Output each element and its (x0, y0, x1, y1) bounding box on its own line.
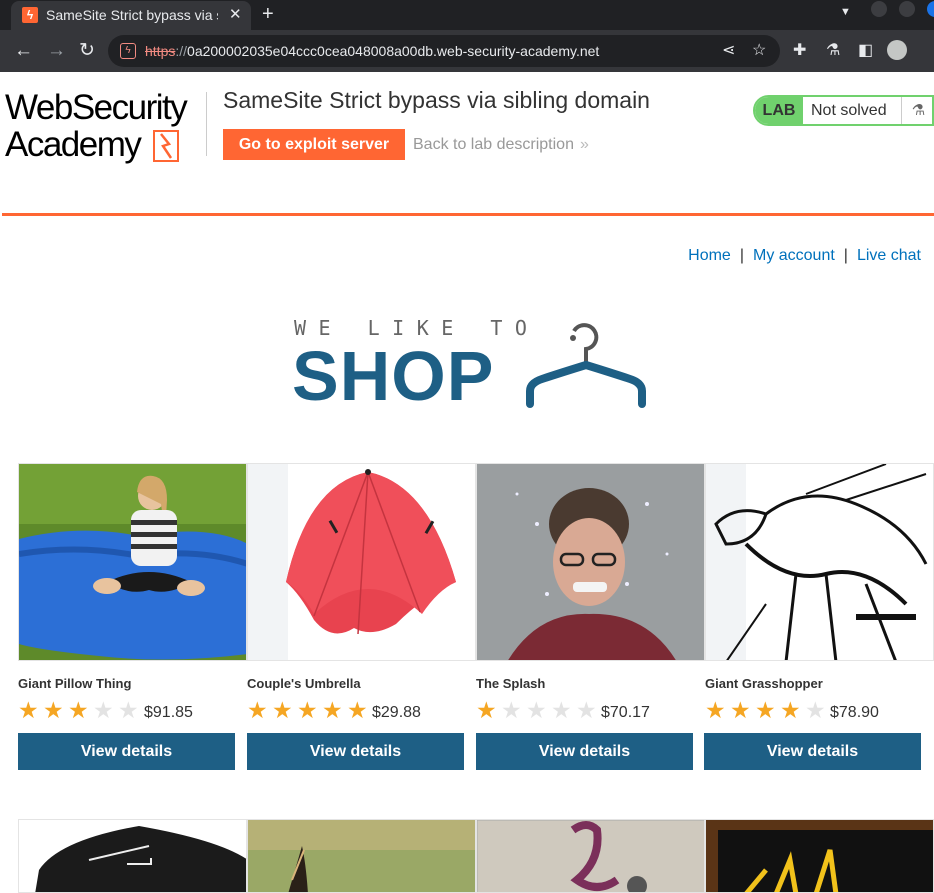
minimize-window-button[interactable] (871, 1, 887, 17)
forward-arrow-icon[interactable]: → (47, 40, 66, 62)
star-icon: ★ (551, 697, 572, 723)
tab-close-icon[interactable]: ✕ (229, 5, 242, 25)
url-text[interactable]: https://0a200002035e04ccc0cea048008a00db… (145, 43, 599, 60)
maximize-window-button[interactable] (899, 1, 915, 17)
new-tab-button[interactable]: + (262, 3, 274, 25)
reload-icon[interactable]: ↻ (79, 40, 95, 62)
star-icon: ★ (322, 697, 343, 723)
web-security-academy-logo[interactable]: WebSecurity Academy (5, 89, 205, 167)
star-icon: ★ (805, 697, 826, 723)
star-icon: ★ (526, 697, 547, 723)
product-rating: ★ ★ ★ ★ ★ (247, 697, 372, 723)
product-image-the-splash[interactable] (476, 463, 705, 661)
product-image[interactable] (705, 819, 934, 893)
star-icon: ★ (755, 697, 776, 723)
star-icon: ★ (705, 697, 726, 723)
nav-separator: | (843, 247, 848, 264)
product-image-giant-pillow[interactable] (18, 463, 247, 661)
star-icon: ★ (501, 697, 522, 723)
close-window-button[interactable] (927, 1, 934, 17)
view-details-button[interactable]: View details (247, 733, 464, 770)
star-icon: ★ (576, 697, 597, 723)
product-image[interactable] (18, 819, 247, 893)
lab-title: SameSite Strict bypass via sibling domai… (223, 87, 650, 113)
double-chevron-icon: » (579, 136, 589, 153)
go-to-exploit-server-button[interactable]: Go to exploit server (223, 129, 405, 160)
header-divider-line (2, 213, 934, 216)
browser-tab-strip: ϟ SameSite Strict bypass via sibling dom… (0, 0, 934, 30)
back-to-lab-description-link[interactable]: Back to lab description» (413, 135, 589, 154)
tab-title: SameSite Strict bypass via sibling domai… (46, 7, 218, 23)
not-secure-icon[interactable]: ϟ (120, 43, 136, 59)
product-price: $91.85 (144, 704, 193, 721)
lab-status-text: Not solved (811, 102, 887, 119)
portswigger-favicon-icon: ϟ (22, 7, 38, 23)
product-rating: ★ ★ ★ ★ ★ (705, 697, 830, 723)
side-panel-icon[interactable]: ◧ (858, 40, 873, 62)
star-icon: ★ (18, 697, 39, 723)
nav-link-home[interactable]: Home (688, 247, 731, 264)
product-image[interactable] (247, 819, 476, 893)
lab-status-badge: LAB Not solved ⚗ (753, 95, 934, 126)
star-icon: ★ (476, 697, 497, 723)
product-name: Couple's Umbrella (247, 676, 361, 691)
shop-title: SHOP (292, 337, 495, 415)
nav-separator: | (739, 247, 744, 264)
nav-link-my-account[interactable]: My account (753, 247, 835, 264)
product-rating: ★ ★ ★ ★ ★ (476, 697, 601, 723)
star-icon: ★ (347, 697, 368, 723)
star-icon: ★ (68, 697, 89, 723)
share-icon[interactable]: ⋖ (722, 41, 735, 61)
star-icon: ★ (93, 697, 114, 723)
product-name: Giant Grasshopper (705, 676, 823, 691)
star-icon: ★ (43, 697, 64, 723)
nav-link-live-chat[interactable]: Live chat (857, 247, 921, 264)
shop-tagline: WE LIKE TO (294, 316, 540, 340)
browser-tab[interactable]: ϟ SameSite Strict bypass via sibling dom… (11, 1, 251, 30)
back-arrow-icon[interactable]: ← (14, 40, 33, 62)
header-divider (206, 92, 207, 156)
browser-toolbar: ← → ↻ ϟ https://0a200002035e04ccc0cea048… (0, 30, 934, 72)
page-content: WebSecurity Academy SameSite Strict bypa… (0, 72, 934, 893)
clothes-hanger-icon (526, 323, 646, 408)
lab-label: LAB (755, 97, 803, 124)
star-icon: ★ (272, 697, 293, 723)
product-price: $29.88 (372, 704, 421, 721)
product-image[interactable] (476, 819, 705, 893)
view-details-button[interactable]: View details (18, 733, 235, 770)
product-name: The Splash (476, 676, 546, 691)
bookmark-star-icon[interactable]: ☆ (752, 41, 766, 61)
address-bar[interactable]: ϟ https://0a200002035e04ccc0cea048008a00… (108, 35, 780, 67)
product-image-couples-umbrella[interactable] (247, 463, 476, 661)
lightning-bolt-icon (153, 130, 179, 162)
product-price: $78.90 (830, 704, 879, 721)
star-icon: ★ (118, 697, 139, 723)
labs-flask-icon[interactable]: ⚗ (826, 40, 840, 62)
flask-icon: ⚗ (901, 97, 934, 124)
product-name: Giant Pillow Thing (18, 676, 132, 691)
product-rating: ★ ★ ★ ★ ★ (18, 697, 143, 723)
view-details-button[interactable]: View details (704, 733, 921, 770)
star-icon: ★ (780, 697, 801, 723)
star-icon: ★ (247, 697, 268, 723)
star-icon: ★ (730, 697, 751, 723)
view-details-button[interactable]: View details (476, 733, 693, 770)
shop-navigation: Home | My account | Live chat (688, 246, 921, 266)
star-icon: ★ (297, 697, 318, 723)
product-image-giant-grasshopper[interactable] (705, 463, 934, 661)
tab-search-chevron-icon[interactable]: ▼ (840, 6, 851, 18)
profile-avatar-icon[interactable] (887, 40, 907, 60)
extensions-puzzle-icon[interactable]: ✚ (793, 40, 806, 62)
product-price: $70.17 (601, 704, 650, 721)
